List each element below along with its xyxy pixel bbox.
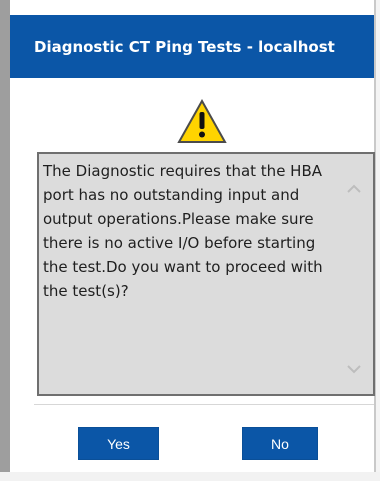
button-separator	[34, 404, 374, 405]
scroll-up-icon[interactable]	[344, 179, 364, 199]
warning-dialog: Diagnostic CT Ping Tests - localhost The…	[10, 0, 376, 474]
scroll-down-icon[interactable]	[344, 359, 364, 379]
yes-button[interactable]: Yes	[78, 427, 159, 460]
warning-icon	[177, 98, 227, 145]
message-text: The Diagnostic requires that the HBA por…	[43, 162, 323, 300]
bottom-background	[0, 472, 380, 481]
background-edge	[0, 0, 10, 481]
screen: Diagnostic CT Ping Tests - localhost The…	[0, 0, 380, 481]
dialog-title-bar[interactable]: Diagnostic CT Ping Tests - localhost	[10, 15, 374, 78]
dialog-title: Diagnostic CT Ping Tests - localhost	[34, 38, 335, 56]
warning-icon-graphic	[177, 98, 227, 143]
no-button[interactable]: No	[242, 427, 318, 460]
message-box: The Diagnostic requires that the HBA por…	[37, 152, 375, 396]
